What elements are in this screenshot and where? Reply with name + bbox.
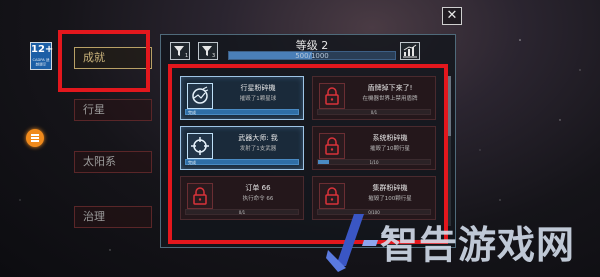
svg-text:3: 3 — [212, 53, 215, 59]
age-rating-caption: CADPA 适龄提示 — [32, 57, 50, 67]
achievements-scrollbar[interactable] — [448, 76, 451, 226]
menu-list-button[interactable] — [26, 129, 44, 147]
nav-item-governance[interactable]: 治理 — [74, 206, 152, 228]
watermark-logo-icon — [326, 214, 378, 272]
watermark-text: 智告游戏网 — [380, 223, 576, 267]
level-progress-text: 500/1000 — [295, 52, 329, 60]
bar-chart-icon — [403, 44, 417, 58]
filter-button-2[interactable]: 3 — [198, 42, 218, 60]
menu-list-icon — [31, 134, 39, 136]
scrollbar-thumb[interactable] — [448, 76, 451, 136]
menu-list-icon-line — [31, 140, 39, 142]
stats-button[interactable] — [400, 42, 420, 60]
filter-button-1[interactable]: 1 — [170, 42, 190, 60]
watermark: 智告游戏网 — [320, 208, 600, 277]
level-progress-bar: 500/1000 — [228, 51, 396, 60]
age-rating-badge: 12+ CADPA 适龄提示 — [30, 42, 54, 70]
age-rating-number: 12+ — [31, 44, 54, 55]
svg-text:1: 1 — [185, 53, 188, 59]
highlight-frame-nav — [58, 30, 150, 92]
nav-item-planets[interactable]: 行星 — [74, 99, 152, 121]
nav-item-solar-system[interactable]: 太阳系 — [74, 151, 152, 173]
filter-icon: 1 — [174, 46, 188, 59]
close-button[interactable]: ✕ — [442, 7, 462, 25]
menu-list-icon-line — [31, 137, 39, 139]
filter-icon: 3 — [202, 46, 215, 59]
